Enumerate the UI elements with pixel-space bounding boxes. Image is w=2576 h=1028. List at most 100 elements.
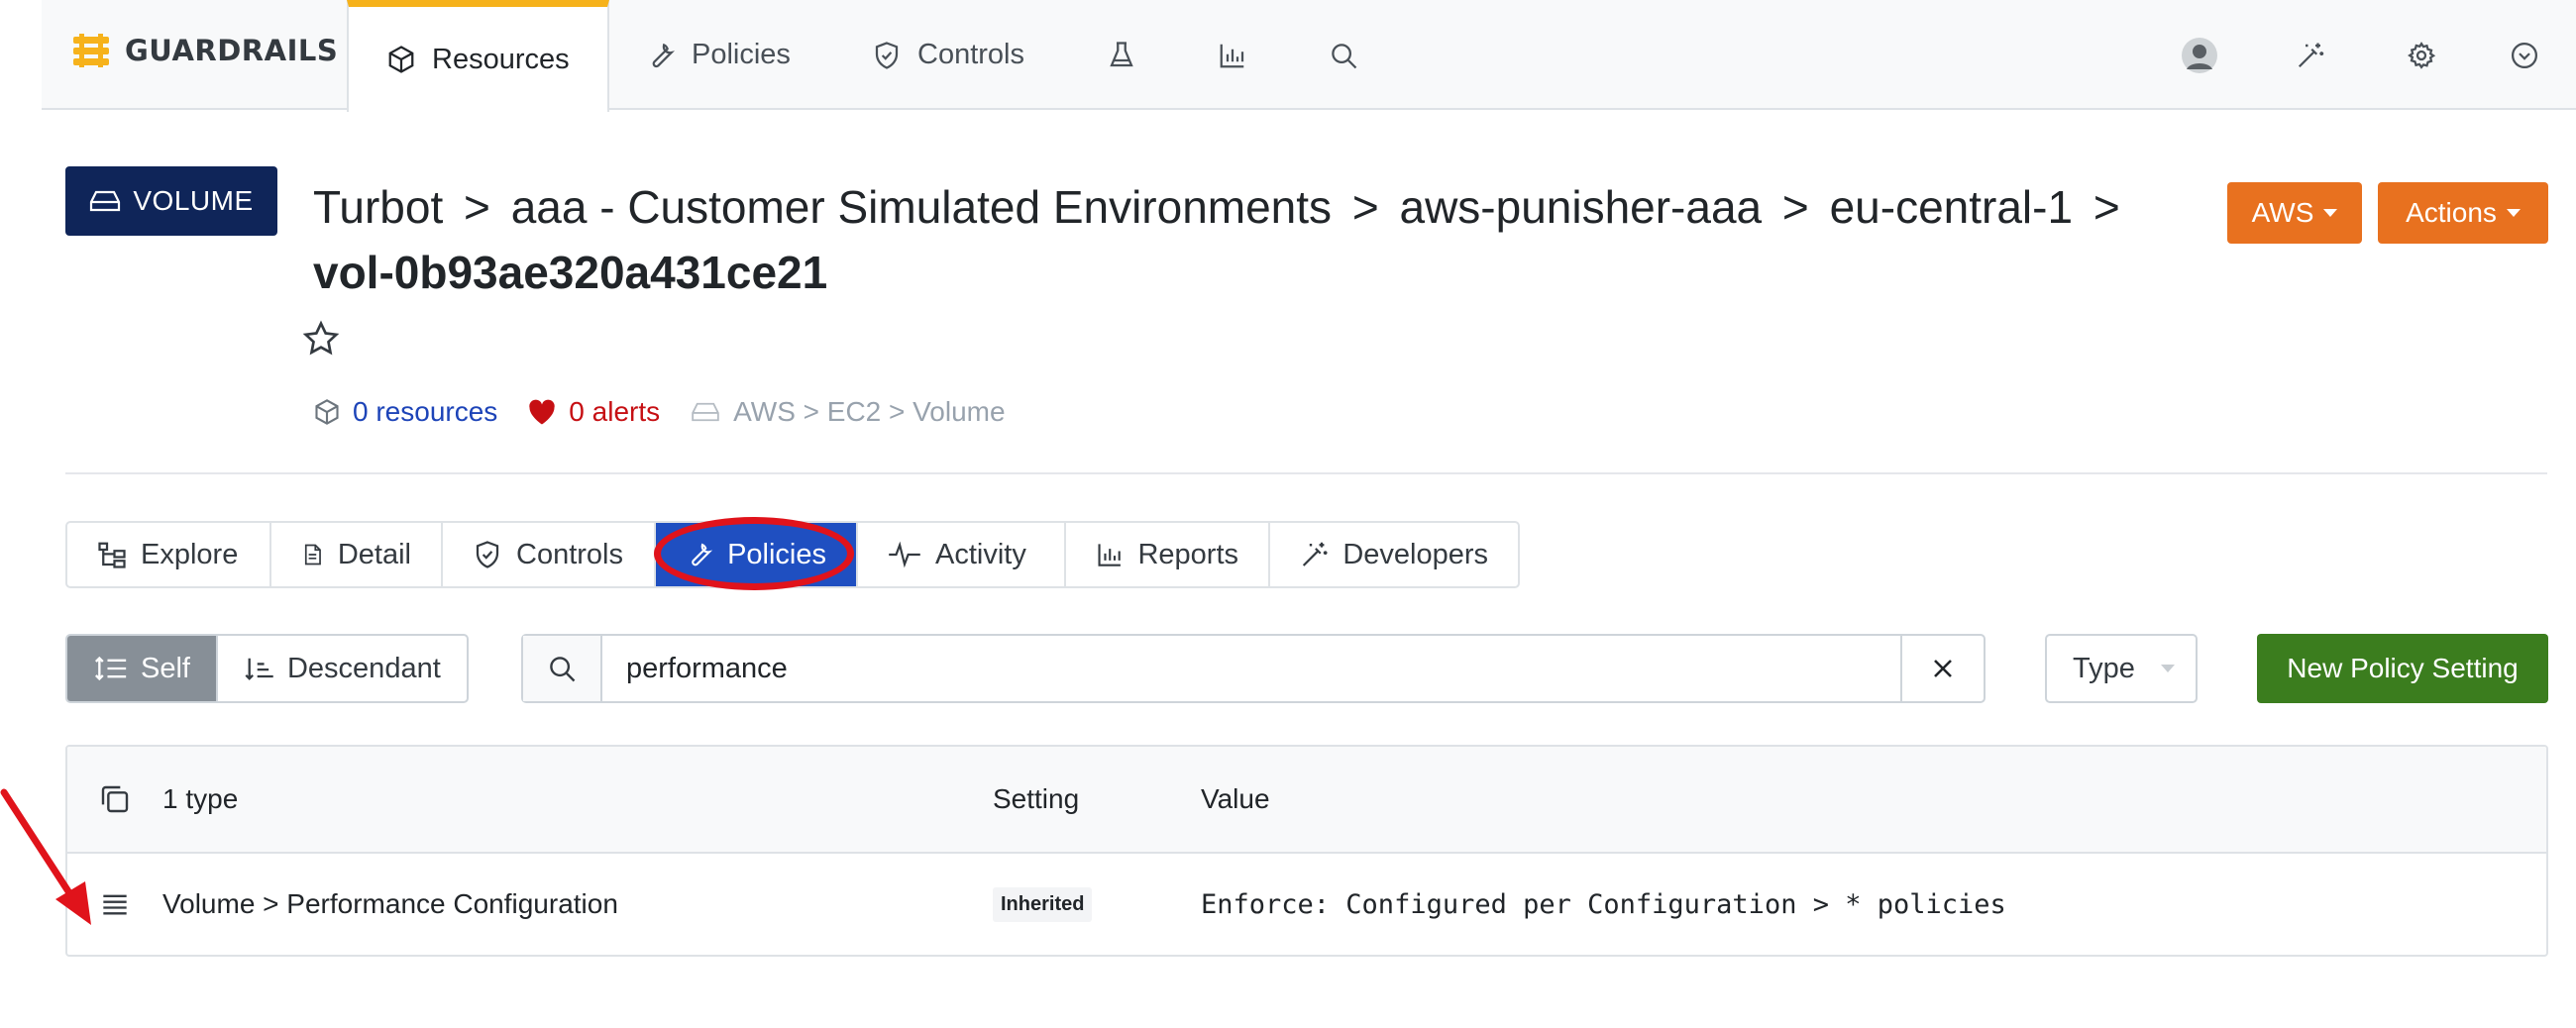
list-icon-cell	[101, 854, 129, 955]
magic-wand-icon	[2298, 43, 2324, 68]
tab-explore-label: Explore	[141, 538, 239, 570]
cube-icon	[388, 46, 414, 73]
new-policy-setting-button[interactable]: New Policy Setting	[2257, 634, 2548, 703]
resource-type-path: AWS > EC2 > Volume	[690, 396, 1006, 428]
caret-down-icon	[2160, 665, 2175, 672]
close-icon	[1934, 660, 1952, 677]
bar-chart-icon	[1098, 544, 1121, 566]
tab-controls[interactable]: Controls	[443, 523, 656, 586]
value-column-header: Value	[1201, 783, 1270, 814]
type-filter-label: Type	[2073, 652, 2135, 684]
policy-value: Enforce: Configured per Configuration > …	[1201, 888, 2006, 920]
descendant-scope-button[interactable]: Descendant	[215, 636, 467, 701]
tab-reports[interactable]: Reports	[1066, 523, 1270, 586]
heart-icon	[529, 399, 555, 425]
user-avatar-button[interactable]	[2180, 36, 2219, 75]
setting-cell: Inherited	[993, 854, 1093, 955]
magic-wand-icon	[1302, 542, 1328, 566]
inherited-badge: Inherited	[993, 886, 1093, 922]
annotation-highlight-oval	[654, 517, 854, 590]
caret-down-icon	[2323, 209, 2338, 217]
nav-policies-label: Policies	[692, 39, 791, 70]
resource-type-badge: VOLUME	[65, 166, 277, 236]
self-scope-button[interactable]: Self	[67, 636, 216, 701]
nav-resources[interactable]: Resources	[347, 0, 609, 112]
resource-type-path-text: AWS > EC2 > Volume	[733, 396, 1006, 427]
nav-search-button[interactable]	[1324, 36, 1363, 75]
top-navbar: GUARDRAILS Resources Policies Controls	[42, 0, 2576, 112]
tab-controls-label: Controls	[516, 538, 623, 570]
alerts-count: 0 alerts	[569, 396, 661, 427]
shield-check-icon	[476, 541, 499, 568]
breadcrumb-item[interactable]: aws-punisher-aaa	[1399, 181, 1762, 233]
star-icon[interactable]	[301, 319, 341, 359]
type-filter-dropdown[interactable]: Type	[2045, 634, 2198, 703]
nav-flask-button[interactable]	[1102, 36, 1141, 75]
tab-reports-label: Reports	[1137, 538, 1238, 570]
bar-chart-icon	[1220, 44, 1244, 68]
resource-type-badge-label: VOLUME	[133, 185, 254, 216]
copy-icon-cell	[99, 747, 131, 852]
breadcrumb-item[interactable]: eu-central-1	[1830, 181, 2073, 233]
tab-developers[interactable]: Developers	[1270, 523, 1518, 586]
wrench-icon	[652, 43, 676, 67]
resources-link[interactable]: 0 resources	[313, 396, 497, 428]
resources-count: 0 resources	[353, 396, 498, 427]
setting-column-header: Setting	[993, 783, 1080, 814]
shield-check-icon	[875, 41, 899, 69]
breadcrumb-separator: >	[464, 181, 490, 233]
gear-icon	[2408, 42, 2436, 69]
nav-controls-label: Controls	[917, 39, 1024, 70]
search-icon-addon	[523, 636, 602, 701]
breadcrumb-separator: >	[1351, 181, 1379, 233]
copy-icon[interactable]	[99, 783, 131, 815]
list-icon	[103, 894, 127, 915]
search-icon	[550, 657, 576, 682]
type-count: 1 type	[162, 783, 239, 814]
annotation-arrow-icon	[0, 788, 91, 925]
hard-drive-icon	[90, 190, 121, 212]
table-header: 1 type Setting Value	[67, 747, 2546, 854]
descendant-scope-label: Descendant	[286, 652, 441, 684]
actions-dropdown-button[interactable]: Actions	[2378, 182, 2548, 244]
sort-lines-icon	[95, 656, 127, 681]
avatar	[2182, 38, 2217, 73]
document-icon	[304, 544, 321, 565]
nav-policies[interactable]: Policies	[646, 0, 791, 110]
policy-type-name[interactable]: Volume > Performance Configuration	[162, 854, 618, 955]
nav-reports-button[interactable]	[1213, 36, 1252, 75]
search-icon	[1332, 44, 1357, 69]
tab-explore[interactable]: Explore	[67, 523, 271, 586]
breadcrumb-item[interactable]: aaa - Customer Simulated Environments	[511, 181, 1332, 233]
breadcrumb-separator: >	[2093, 181, 2120, 233]
breadcrumb-item[interactable]: Turbot	[313, 181, 443, 233]
hard-drive-icon	[692, 402, 719, 422]
tab-detail[interactable]: Detail	[271, 523, 443, 586]
cube-icon	[315, 399, 339, 425]
search-input[interactable]	[602, 636, 1900, 701]
new-policy-setting-label: New Policy Setting	[2287, 653, 2519, 683]
guardrails-logo-icon	[73, 34, 109, 67]
clear-search-button[interactable]	[1900, 636, 1984, 701]
breadcrumb-separator: >	[1781, 181, 1809, 233]
brand-logo[interactable]: GUARDRAILS	[71, 34, 338, 67]
tab-activity[interactable]: Activity	[858, 523, 1066, 586]
tab-developers-label: Developers	[1342, 538, 1488, 570]
caret-down-icon	[2506, 209, 2521, 217]
sort-descending-icon	[245, 658, 273, 680]
nav-controls[interactable]: Controls	[872, 0, 1024, 110]
settings-button[interactable]	[2402, 36, 2441, 75]
magic-wand-button[interactable]	[2291, 36, 2330, 75]
alerts-link[interactable]: 0 alerts	[527, 396, 660, 428]
pulse-icon	[889, 541, 920, 568]
aws-button-label: AWS	[2251, 197, 2314, 228]
table-row[interactable]: Volume > Performance Configuration Inher…	[67, 854, 2546, 955]
policy-search	[521, 634, 1986, 703]
user-menu-button[interactable]	[2505, 36, 2544, 75]
tab-activity-label: Activity	[935, 538, 1026, 570]
page-title: vol-0b93ae320a431ce21	[313, 247, 828, 298]
policy-table: 1 type Setting Value Volume > Performanc…	[65, 745, 2548, 957]
aws-dropdown-button[interactable]: AWS	[2227, 182, 2362, 244]
nav-resources-label: Resources	[432, 43, 570, 75]
actions-button-label: Actions	[2406, 197, 2497, 228]
